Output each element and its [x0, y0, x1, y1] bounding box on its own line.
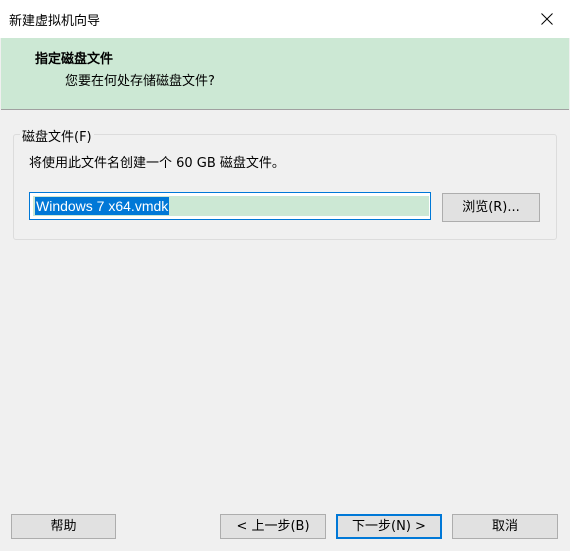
disk-file-group [13, 134, 557, 240]
disk-filename-input[interactable]: Windows 7 x64.vmdk [29, 192, 431, 220]
page-subtitle: 您要在何处存储磁盘文件? [65, 74, 215, 89]
wizard-header: 指定磁盘文件 您要在何处存储磁盘文件? [1, 38, 569, 110]
browse-button[interactable]: 浏览(R)... [442, 193, 540, 222]
disk-file-group-label: 磁盘文件(F) [20, 126, 94, 145]
help-button[interactable]: 帮助 [11, 514, 116, 539]
close-icon [541, 13, 553, 25]
window-title: 新建虚拟机向导 [9, 14, 101, 29]
cancel-button[interactable]: 取消 [452, 514, 558, 539]
title-bar: 新建虚拟机向导 [0, 0, 570, 38]
page-title: 指定磁盘文件 [35, 52, 114, 67]
close-button[interactable] [524, 0, 570, 38]
disk-filename-value: Windows 7 x64.vmdk [35, 197, 170, 215]
next-button[interactable]: 下一步(N) > [336, 514, 442, 539]
disk-file-description: 将使用此文件名创建一个 60 GB 磁盘文件。 [29, 156, 285, 171]
back-button[interactable]: < 上一步(B) [220, 514, 326, 539]
